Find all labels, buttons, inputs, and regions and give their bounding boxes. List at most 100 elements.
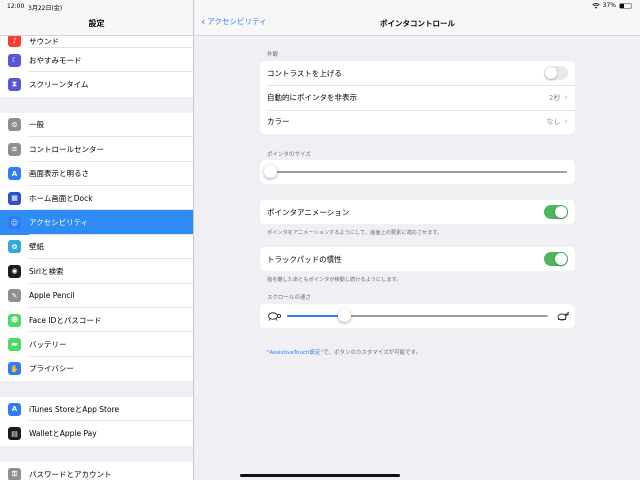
autohide-value: 2秒	[548, 93, 561, 102]
status-date: 3月22日(金)	[28, 5, 63, 12]
sidebar-item[interactable]: A 画面表示と明るさ	[0, 161, 193, 187]
color-row[interactable]: カラー なし ›	[260, 109, 575, 134]
sidebar-item-label: Face IDとパスコード	[29, 315, 102, 325]
status-time: 12:00	[7, 3, 25, 10]
hourglass-icon: ⧗	[8, 78, 21, 92]
sidebar-item-label: 壁紙	[29, 242, 44, 252]
sidebar-item-label: アクセシビリティ	[29, 218, 89, 228]
contrast-label: コントラストを上げる	[267, 68, 342, 78]
wifi-icon	[591, 2, 600, 9]
sidebar-item[interactable]: AiTunes StoreとApp Store	[0, 397, 193, 422]
sidebar-item[interactable]: ⚙ 一般	[0, 112, 193, 138]
gear-icon: ⚙	[8, 118, 21, 132]
sidebar-group: ⚙ 一般 ≡ コントロールセンター A 画面表示と明るさ ▦ ホーム画面とDock ☺ アクセシビ…	[0, 112, 193, 382]
appearance-card: コントラストを上げる 自動的にポインタを非表示 2秒 › カラー なし ›	[260, 61, 575, 135]
contrast-toggle[interactable]	[544, 66, 568, 81]
pointer-size-card	[260, 160, 575, 184]
battery-icon: ▬	[8, 337, 21, 351]
pointer-size-header: ポインタのサイズ	[267, 152, 311, 158]
sidebar-item-label: パスワードとアカウント	[29, 469, 112, 479]
color-value: なし	[546, 117, 561, 126]
siri-icon: ◉	[8, 264, 21, 278]
scroll-speed-slider[interactable]	[337, 309, 351, 322]
flower-icon: ✿	[8, 240, 21, 254]
sidebar-item-label: Siriと検索	[29, 266, 64, 276]
rabbit-icon	[557, 311, 570, 321]
sidebar-item[interactable]: ≡ コントロールセンター	[0, 137, 193, 162]
sidebar-item-label: コントロールセンター	[29, 144, 104, 154]
sidebar-item[interactable]: ✎ Apple Pencil	[0, 283, 193, 309]
sidebar-list: ♪ サウンド ☾ おやすみモード ⧗ スクリーンタイム ⚙ 一般 ≡ コントロールセンター A 画面表…	[0, 36, 193, 480]
sidebar-item[interactable]: ☻ Face IDとパスコード	[0, 307, 193, 333]
grid-icon: ▦	[8, 191, 21, 205]
assistive-note: "AssistiveTouch設定"で、ボタンのカスタマイズが可能です。	[267, 348, 421, 356]
sidebar-title: 設定	[88, 19, 105, 28]
sidebar-item[interactable]: ✿ 壁紙	[0, 234, 193, 260]
assistive-text: で、ボタンのカスタマイズが可能です。	[323, 350, 422, 356]
sidebar-item[interactable]: ⚿ パスワードとアカウント	[0, 461, 193, 480]
key-icon: ⚿	[8, 467, 21, 480]
hand-icon: ✋	[8, 362, 21, 376]
trackpad-footnote: 指を離したあともポインタが移動し続けるようにします。	[267, 277, 402, 283]
assistivetouch-link[interactable]: "AssistiveTouch設定"	[267, 350, 323, 356]
sidebar-item-label: スクリーンタイム	[29, 80, 89, 90]
scroll-speed-card	[260, 304, 575, 328]
sidebar-item-label: バッテリー	[29, 339, 67, 349]
sidebar-item-label: プライバシー	[29, 364, 74, 374]
sidebar-item[interactable]: ◉ Siriと検索	[0, 259, 193, 284]
sidebar-item[interactable]: ☾ おやすみモード	[0, 48, 193, 73]
pointer-size-slider[interactable]	[263, 165, 277, 178]
sidebar-item[interactable]: ✋ プライバシー	[0, 356, 193, 382]
battery-icon	[619, 2, 632, 9]
moon-icon: ☾	[8, 53, 21, 67]
sidebar-item-label: Apple Pencil	[29, 291, 75, 301]
sidebar-item[interactable]: ♪ サウンド	[0, 36, 193, 48]
contrast-row[interactable]: コントラストを上げる	[260, 61, 575, 85]
appstore-icon: A	[8, 402, 21, 416]
sidebar-item-label: おやすみモード	[29, 55, 82, 65]
status-right: 37%	[591, 2, 632, 9]
sidebar-group: ⚿ パスワードとアカウント	[0, 461, 193, 480]
turtle-icon	[268, 312, 281, 321]
page-title: ポインタコントロール	[380, 19, 455, 28]
animation-toggle[interactable]	[544, 205, 568, 220]
wallet-icon: ▤	[8, 427, 21, 441]
sidebar-item[interactable]: ▤ WalletとApple Pay	[0, 421, 193, 446]
autohide-label: 自動的にポインタを非表示	[267, 93, 357, 103]
sidebar-group: ♪ サウンド ☾ おやすみモード ⧗ スクリーンタイム	[0, 36, 193, 97]
trackpad-card: トラックパッドの慣性	[260, 247, 575, 272]
trackpad-row: トラックパッドの慣性	[260, 247, 575, 271]
accessibility-icon: ☺	[8, 216, 21, 230]
animation-card: ポインタアニメーション	[260, 200, 575, 225]
sidebar-item[interactable]: ▬ バッテリー	[0, 332, 193, 358]
trackpad-label: トラックパッドの慣性	[267, 254, 342, 264]
sidebar-item-label: ホーム画面とDock	[29, 193, 93, 203]
sidebar-group: AiTunes StoreとApp Store ▤ WalletとApple Pay	[0, 397, 193, 446]
speaker-icon: ♪	[8, 36, 21, 47]
autohide-row[interactable]: 自動的にポインタを非表示 2秒 ›	[260, 85, 575, 109]
sidebar-item-label: iTunes StoreとApp Store	[29, 404, 120, 414]
animation-row: ポインタアニメーション	[260, 200, 575, 224]
sidebar-item-label: 画面表示と明るさ	[29, 169, 89, 179]
sidebar-item[interactable]: ▦ ホーム画面とDock	[0, 185, 193, 211]
sidebar: 設定 ♪ サウンド ☾ おやすみモード ⧗ スクリーンタイム ⚙ 一般 ≡ コントロールセンター A…	[0, 0, 194, 480]
main-panel: ‹ アクセシビリティ ポインタコントロール 外観 コントラストを上げる 自動的に…	[195, 0, 640, 480]
animation-label: ポインタアニメーション	[267, 207, 350, 217]
home-indicator[interactable]	[240, 474, 400, 477]
trackpad-toggle[interactable]	[544, 252, 568, 267]
sidebar-item[interactable]: ☺ アクセシビリティ	[0, 210, 193, 236]
sidebar-item-label: サウンド	[29, 37, 59, 46]
pencil-icon: ✎	[8, 289, 21, 303]
color-label: カラー	[267, 117, 290, 127]
chevron-right-icon: ›	[564, 92, 568, 103]
animation-footnote: ポインタをアニメーションするようにして、画面上の要素に適応させます。	[267, 230, 443, 236]
scroll-speed-header: スクロールの速さ	[267, 295, 312, 301]
sidebar-item-label: 一般	[29, 120, 44, 130]
battery-percent: 37%	[602, 2, 616, 9]
sidebar-item[interactable]: ⧗ スクリーンタイム	[0, 72, 193, 97]
appearance-header: 外観	[267, 52, 279, 58]
text-size-icon: A	[8, 167, 21, 181]
